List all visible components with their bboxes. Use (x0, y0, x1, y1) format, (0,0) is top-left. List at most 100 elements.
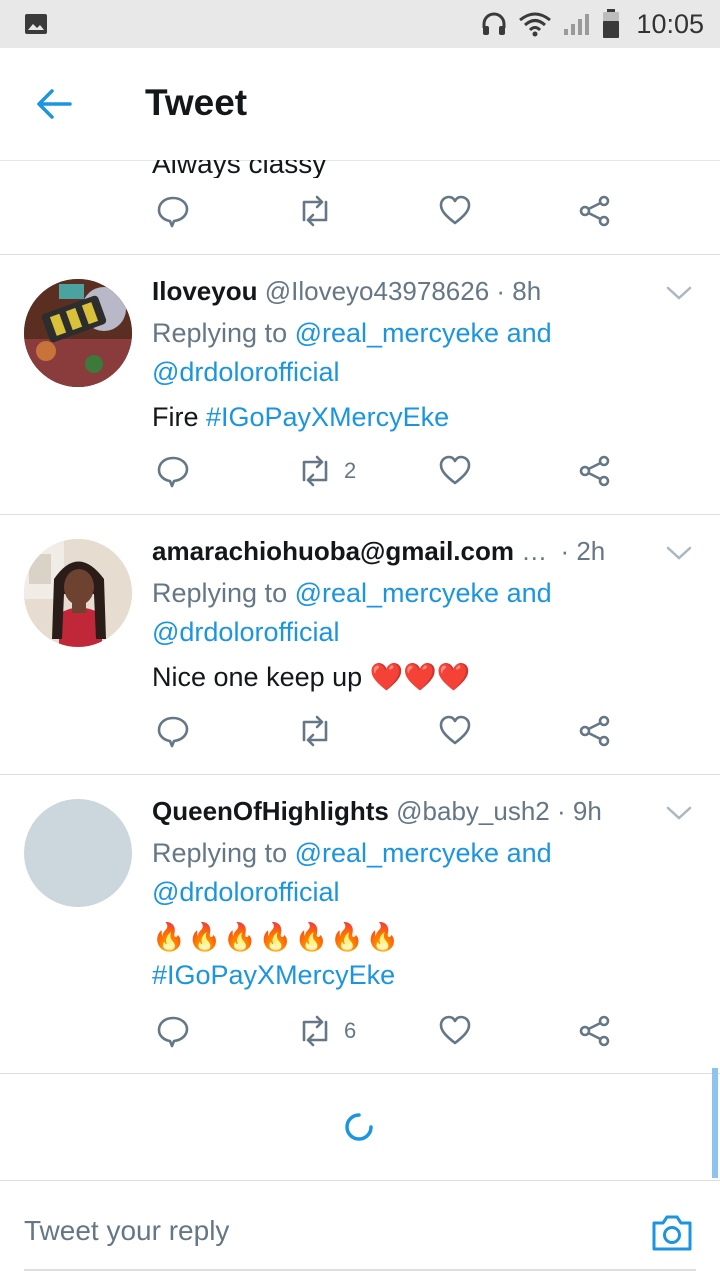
reply-button[interactable] (156, 1014, 190, 1048)
retweet-icon (302, 715, 328, 747)
replying-to-label: Replying to (152, 838, 295, 868)
display-name[interactable]: QueenOfHighlights (152, 796, 389, 826)
reply-icon (157, 1016, 189, 1048)
mention-link[interactable]: @real_mercyeke and (295, 578, 552, 608)
back-arrow-icon[interactable] (34, 86, 74, 122)
input-underline (24, 1269, 696, 1271)
camera-icon[interactable] (650, 1213, 694, 1253)
wifi-icon (519, 12, 552, 37)
divider (0, 774, 720, 775)
heart-icon (439, 1015, 471, 1045)
reply-tweet[interactable]: QueenOfHighlights @baby_ush2 · 9h Replyi… (0, 796, 720, 1074)
hashtag-link[interactable]: #IGoPayXMercyEke (152, 960, 395, 990)
avatar-photo (24, 279, 132, 387)
tweet-actions: 2 (0, 454, 720, 494)
retweet-button[interactable]: 2 (296, 454, 356, 488)
reply-tweet[interactable]: amarachiohuoba@gmail.com … · 2h Replying… (0, 536, 720, 776)
handle[interactable]: @Iloveyo43978626 (265, 276, 489, 306)
divider (0, 254, 720, 255)
chevron-down-icon[interactable] (666, 545, 692, 561)
reply-icon (157, 196, 189, 228)
reply-button[interactable] (156, 714, 190, 748)
share-icon (579, 195, 610, 227)
share-button[interactable] (578, 454, 612, 488)
retweet-icon (302, 195, 328, 227)
tweet-actions: 6 (0, 1014, 720, 1054)
retweet-button[interactable] (296, 194, 334, 228)
app-bar: Tweet (0, 48, 720, 161)
avatar-placeholder[interactable] (24, 799, 132, 907)
reply-tweet[interactable]: Iloveyou @Iloveyo43978626 · 8h Replying … (0, 276, 720, 516)
retweet-count: 6 (344, 1018, 357, 1043)
mention-link[interactable]: @real_mercyeke and (295, 838, 552, 868)
heart-icon (439, 195, 471, 225)
avatar-photo (24, 539, 132, 647)
tweet-body: Fire (152, 402, 206, 432)
tweet-actions (0, 194, 720, 234)
retweet-icon (302, 455, 328, 487)
status-bar: 10:05 (0, 0, 720, 48)
tweet-header: amarachiohuoba@gmail.com … · 2h (152, 536, 605, 567)
tweet-body: Nice one keep up (152, 662, 370, 692)
mention-link[interactable]: @real_mercyeke and (295, 318, 552, 348)
headphones-icon (482, 12, 506, 35)
like-button[interactable] (438, 454, 472, 486)
reply-button[interactable] (156, 454, 190, 488)
hashtag-link[interactable]: #IGoPayXMercyEke (206, 402, 449, 432)
reply-icon (157, 716, 189, 748)
tweet-text: 🔥🔥🔥🔥🔥🔥🔥 #IGoPayXMercyEke (152, 918, 401, 994)
handle[interactable]: … (521, 536, 547, 566)
share-icon (579, 715, 610, 747)
share-button[interactable] (578, 1014, 612, 1048)
retweet-icon (302, 1015, 328, 1047)
share-button[interactable] (578, 194, 612, 228)
mention-link[interactable]: @drdolorofficial (152, 617, 340, 647)
display-name[interactable]: amarachiohuoba@gmail.com (152, 536, 514, 566)
tweet-actions (0, 714, 720, 754)
timestamp: · 2h (560, 536, 606, 566)
tweet-text: Nice one keep up ❤️❤️❤️ (152, 658, 471, 696)
like-button[interactable] (438, 714, 472, 746)
retweet-count: 2 (344, 458, 357, 483)
reply-composer: Tweet your reply (0, 1180, 720, 1281)
loading-area (0, 1074, 720, 1180)
avatar[interactable] (24, 279, 132, 387)
clock: 10:05 (636, 8, 704, 39)
scrollbar[interactable] (712, 1068, 718, 1178)
image-notification-icon (25, 14, 47, 34)
replying-to-label: Replying to (152, 318, 295, 348)
heart-icon (439, 455, 471, 485)
timestamp: · 9h (556, 796, 602, 826)
chevron-down-icon[interactable] (666, 285, 692, 301)
handle[interactable]: @baby_ush2 (396, 796, 550, 826)
heart-emoji: ❤️❤️❤️ (369, 662, 471, 692)
divider (0, 514, 720, 515)
replying-to: Replying to @real_mercyeke and @drdoloro… (152, 574, 552, 652)
tweet-header: QueenOfHighlights @baby_ush2 · 9h (152, 796, 602, 827)
display-name[interactable]: Iloveyou (152, 276, 257, 306)
chevron-down-icon[interactable] (666, 805, 692, 821)
mention-link[interactable]: @drdolorofficial (152, 357, 340, 387)
mention-link[interactable]: @drdolorofficial (152, 877, 340, 907)
retweet-button[interactable] (296, 714, 344, 748)
reply-input[interactable]: Tweet your reply (24, 1215, 229, 1247)
timestamp: · 8h (496, 276, 542, 306)
share-icon (579, 455, 610, 487)
loading-spinner-icon (345, 1113, 373, 1141)
reply-icon (157, 456, 189, 488)
like-button[interactable] (438, 194, 472, 226)
replying-to: Replying to @real_mercyeke and @drdoloro… (152, 314, 552, 392)
reply-button[interactable] (156, 194, 190, 228)
like-button[interactable] (438, 1014, 472, 1046)
signal-icon (564, 14, 590, 35)
share-icon (579, 1015, 610, 1047)
avatar[interactable] (24, 539, 132, 647)
retweet-button[interactable]: 6 (296, 1014, 356, 1048)
replying-to: Replying to @real_mercyeke and @drdoloro… (152, 834, 552, 912)
page-title: Tweet (145, 82, 248, 123)
heart-icon (439, 715, 471, 745)
replying-to-label: Replying to (152, 578, 295, 608)
fire-emoji: 🔥🔥🔥🔥🔥🔥🔥 (152, 922, 402, 952)
battery-icon (603, 9, 620, 38)
share-button[interactable] (578, 714, 612, 748)
